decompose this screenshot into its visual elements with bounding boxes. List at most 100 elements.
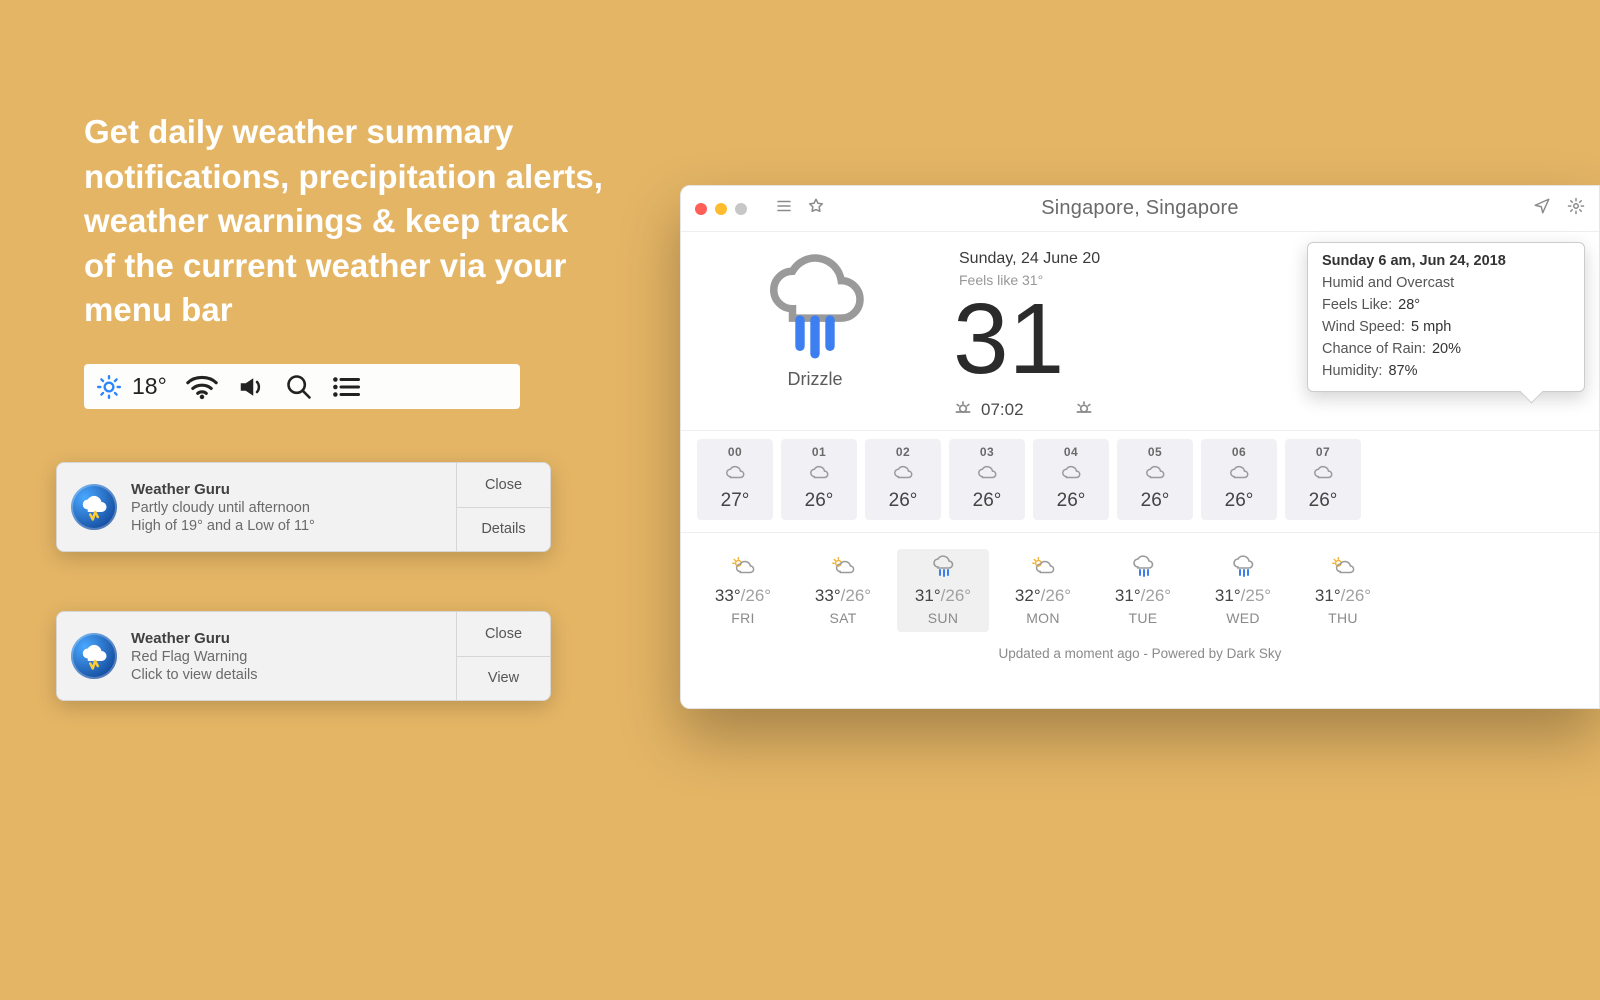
day-card[interactable]: 31°/26° TUE	[1097, 549, 1189, 632]
star-icon[interactable]	[807, 197, 825, 220]
notification-line: High of 19° and a Low of 11°	[131, 518, 442, 534]
day-temp: 31°/25°	[1197, 586, 1289, 606]
locate-icon[interactable]	[1533, 197, 1551, 220]
day-card[interactable]: 31°/25° WED	[1197, 549, 1289, 632]
day-temp: 33°/26°	[797, 586, 889, 606]
tooltip-summary: Humid and Overcast	[1322, 275, 1570, 291]
cloud-icon	[1312, 463, 1334, 481]
search-icon	[285, 373, 313, 401]
tooltip-wind-value: 5 mph	[1411, 319, 1451, 335]
day-temp: 31°/26°	[1097, 586, 1189, 606]
sun-cloud-icon	[1331, 555, 1355, 577]
volume-icon	[237, 372, 267, 402]
cloud-icon	[724, 463, 746, 481]
sun-cloud-icon	[831, 555, 855, 577]
day-temp: 32°/26°	[997, 586, 1089, 606]
app-icon	[71, 484, 117, 530]
cloud-icon	[892, 463, 914, 481]
tooltip-humidity-value: 87%	[1388, 363, 1417, 379]
notification-line: Partly cloudy until afternoon	[131, 500, 442, 516]
menubar-temp: 18°	[132, 373, 167, 400]
condition-icon	[755, 347, 875, 364]
tooltip-title: Sunday 6 am, Jun 24, 2018	[1322, 253, 1570, 269]
day-card[interactable]: 31°/26°SUN	[897, 549, 989, 632]
close-button[interactable]: Close	[457, 612, 550, 656]
wifi-icon	[185, 374, 219, 400]
cloud-icon	[1228, 463, 1250, 481]
hour-card[interactable]: 05 26°	[1117, 439, 1193, 520]
close-button[interactable]: Close	[457, 463, 550, 507]
hourly-forecast[interactable]: 0027° 01 26° 02 26° 03 26° 04 26° 05 26° 06 26° 07 26°	[681, 430, 1599, 533]
day-card[interactable]: 33°/26°FRI	[697, 549, 789, 632]
day-name: MON	[997, 610, 1089, 626]
hour-card[interactable]: 01 26°	[781, 439, 857, 520]
tooltip-rain-label: Chance of Rain:	[1322, 341, 1426, 357]
day-name: SAT	[797, 610, 889, 626]
gear-icon[interactable]	[1567, 197, 1585, 220]
footer-label: Updated a moment ago - Powered by Dark S…	[681, 646, 1599, 661]
hour-label: 06	[1201, 445, 1277, 459]
tooltip-rain-value: 20%	[1432, 341, 1461, 357]
details-button[interactable]: Details	[457, 507, 550, 552]
day-card[interactable]: 31°/26° THU	[1297, 549, 1389, 632]
hour-temp: 26°	[949, 490, 1025, 512]
notification-title: Weather Guru	[131, 481, 442, 498]
sun-cloud-icon	[1031, 555, 1055, 577]
date-label: Sunday, 24 June 20	[959, 250, 1100, 268]
hour-card[interactable]: 06 26°	[1201, 439, 1277, 520]
tooltip-wind-label: Wind Speed:	[1322, 319, 1405, 335]
hour-label: 03	[949, 445, 1025, 459]
minimize-window-icon[interactable]	[715, 203, 727, 215]
sunrise-time: 07:02	[981, 400, 1024, 420]
hour-temp: 26°	[865, 490, 941, 512]
notification-alert: Weather Guru Red Flag Warning Click to v…	[56, 611, 551, 701]
hour-temp: 26°	[781, 490, 857, 512]
sun-cloud-icon	[731, 555, 755, 577]
rain-icon	[1231, 555, 1255, 577]
hour-tooltip: Sunday 6 am, Jun 24, 2018 Humid and Over…	[1307, 242, 1585, 392]
hour-card[interactable]: 07 26°	[1285, 439, 1361, 520]
rain-icon	[1131, 555, 1155, 577]
day-temp: 31°/26°	[1297, 586, 1389, 606]
notification-title: Weather Guru	[131, 630, 442, 647]
hero-headline: Get daily weather summary notifications,…	[84, 110, 604, 333]
sun-icon	[96, 374, 122, 400]
hour-label: 07	[1285, 445, 1361, 459]
hour-card[interactable]: 02 26°	[865, 439, 941, 520]
close-window-icon[interactable]	[695, 203, 707, 215]
cloud-icon	[976, 463, 998, 481]
hour-card[interactable]: 04 26°	[1033, 439, 1109, 520]
hour-card[interactable]: 03 26°	[949, 439, 1025, 520]
zoom-window-icon[interactable]	[735, 203, 747, 215]
hour-label: 05	[1117, 445, 1193, 459]
day-card[interactable]: 32°/26° MON	[997, 549, 1089, 632]
hour-temp: 26°	[1033, 490, 1109, 512]
day-card[interactable]: 33°/26° SAT	[797, 549, 889, 632]
weather-app-window: Singapore, Singapore Drizzle Sunday, 24 …	[680, 185, 1600, 709]
view-button[interactable]: View	[457, 656, 550, 701]
tooltip-feels-label: Feels Like:	[1322, 297, 1392, 313]
cloud-icon	[1144, 463, 1166, 481]
menubar-preview: 18°	[84, 364, 520, 409]
day-name: SUN	[897, 610, 989, 626]
menu-icon[interactable]	[775, 197, 793, 220]
notification-line: Click to view details	[131, 667, 442, 683]
day-name: THU	[1297, 610, 1389, 626]
sunrise-icon	[953, 397, 973, 422]
condition-label: Drizzle	[715, 369, 915, 390]
hour-label: 04	[1033, 445, 1109, 459]
list-icon	[331, 372, 361, 402]
daily-forecast[interactable]: 33°/26°FRI33°/26°SAT31°/26°SUN32°/26°MON…	[681, 533, 1599, 638]
hour-card[interactable]: 0027°	[697, 439, 773, 520]
app-icon	[71, 633, 117, 679]
hour-temp: 26°	[1117, 490, 1193, 512]
hour-label: 02	[865, 445, 941, 459]
day-name: WED	[1197, 610, 1289, 626]
hour-temp: 26°	[1201, 490, 1277, 512]
day-name: TUE	[1097, 610, 1189, 626]
hour-temp: 26°	[1285, 490, 1361, 512]
hour-label: 01	[781, 445, 857, 459]
window-controls[interactable]	[695, 203, 747, 215]
hour-temp: 27°	[697, 490, 773, 512]
sunset-icon	[1074, 397, 1094, 422]
